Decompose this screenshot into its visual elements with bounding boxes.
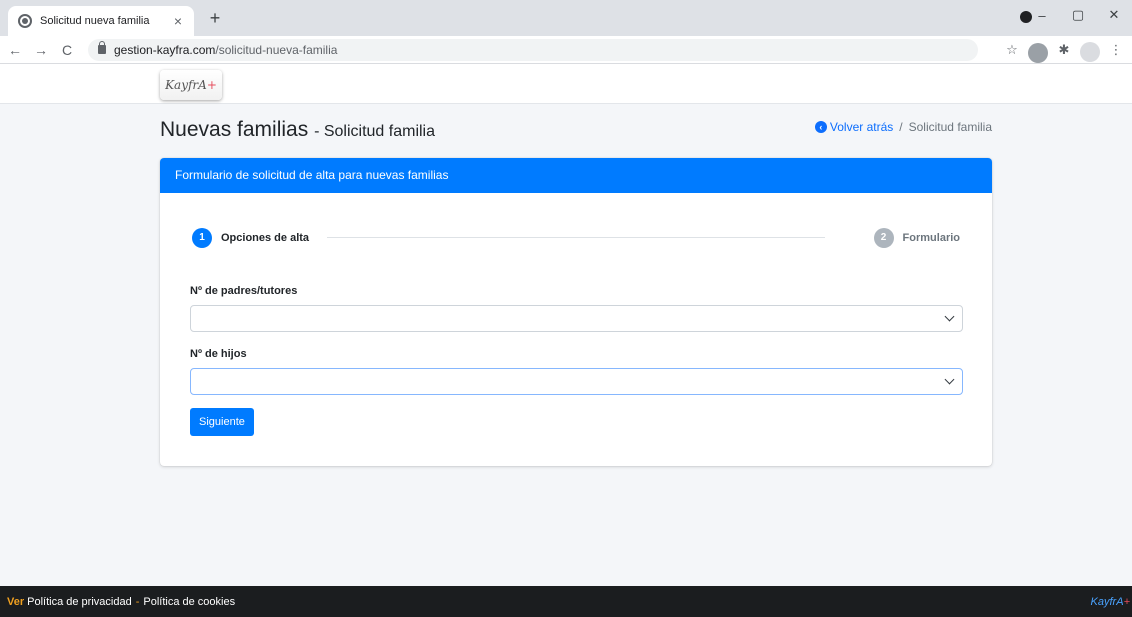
step-label: Opciones de alta — [221, 232, 310, 244]
browser-toolbar: ← → C gestion-kayfra.com/solicitud-nueva… — [0, 36, 1132, 64]
chevron-left-circle-icon: ‹ — [814, 121, 827, 133]
globe-icon — [18, 14, 32, 28]
step-number: 2 — [873, 228, 894, 248]
url-path: /solicitud-nueva-familia — [215, 42, 338, 57]
step-number: 1 — [192, 228, 212, 248]
address-bar[interactable]: gestion-kayfra.com/solicitud-nueva-famil… — [88, 38, 978, 61]
footer-ver: Ver — [7, 595, 25, 608]
extension-icon[interactable] — [1028, 40, 1048, 63]
more-menu-icon[interactable]: ⋮ — [1106, 40, 1126, 60]
account-icon[interactable] — [1080, 40, 1100, 62]
stepper-line — [327, 237, 825, 238]
puzzle-icon[interactable]: ✱ — [1054, 40, 1074, 60]
privacy-policy-link[interactable]: Política de privacidad — [27, 596, 132, 608]
reload-button[interactable]: C — [56, 42, 78, 58]
site-header: KayfrA + — [0, 64, 1132, 104]
window-controls: – ▢ ✕ — [1024, 0, 1132, 30]
step-options[interactable]: 1 Opciones de alta — [192, 228, 309, 248]
step-form[interactable]: 2 Formulario — [873, 228, 960, 248]
breadcrumb: ‹ Volver atrás / Solicitud familia — [814, 120, 992, 134]
step-label: Formulario — [902, 232, 960, 244]
footer-brand: KayfrA+ — [1090, 595, 1130, 608]
cookies-policy-link[interactable]: Política de cookies — [143, 596, 235, 608]
browser-tabbar: Solicitud nueva familia × + – ▢ ✕ — [0, 0, 1132, 36]
chevron-down-icon — [944, 311, 955, 322]
children-label: Nº de hijos — [190, 348, 247, 360]
lock-icon — [98, 41, 106, 54]
toolbar-icons: ☆ ✱ ⋮ — [1002, 40, 1126, 63]
page-subtitle: - Solicitud familia — [314, 123, 436, 140]
url-domain: gestion-kayfra.com — [114, 42, 216, 57]
site-logo[interactable]: KayfrA + — [160, 70, 222, 100]
parents-select[interactable] — [190, 305, 963, 332]
stepper: 1 Opciones de alta 2 Formulario — [192, 228, 960, 248]
site-footer: Ver Política de privacidad - Política de… — [0, 586, 1132, 617]
card-header: Formulario de solicitud de alta para nue… — [160, 158, 992, 193]
request-form-card: Formulario de solicitud de alta para nue… — [160, 158, 992, 466]
footer-separator: - — [135, 595, 140, 608]
minimize-button[interactable]: – — [1024, 8, 1060, 23]
tab-title: Solicitud nueva familia — [40, 15, 150, 27]
back-link[interactable]: ‹ Volver atrás — [814, 120, 893, 134]
bookmark-star-icon[interactable]: ☆ — [1002, 40, 1022, 60]
breadcrumb-current: Solicitud familia — [908, 120, 992, 134]
maximize-button[interactable]: ▢ — [1060, 7, 1096, 23]
parents-label: Nº de padres/tutores — [190, 285, 298, 297]
new-tab-button[interactable]: + — [204, 8, 226, 30]
chevron-down-icon — [944, 374, 955, 385]
breadcrumb-separator: / — [899, 120, 903, 134]
close-window-button[interactable]: ✕ — [1096, 7, 1132, 23]
next-button[interactable]: Siguiente — [190, 408, 254, 436]
children-select[interactable] — [190, 368, 963, 395]
browser-tab[interactable]: Solicitud nueva familia × — [8, 6, 194, 36]
page-title: Nuevas familias - Solicitud familia — [160, 118, 436, 141]
forward-button[interactable]: → — [30, 42, 52, 58]
back-button[interactable]: ← — [4, 42, 26, 58]
tab-close-icon[interactable]: × — [170, 13, 186, 29]
